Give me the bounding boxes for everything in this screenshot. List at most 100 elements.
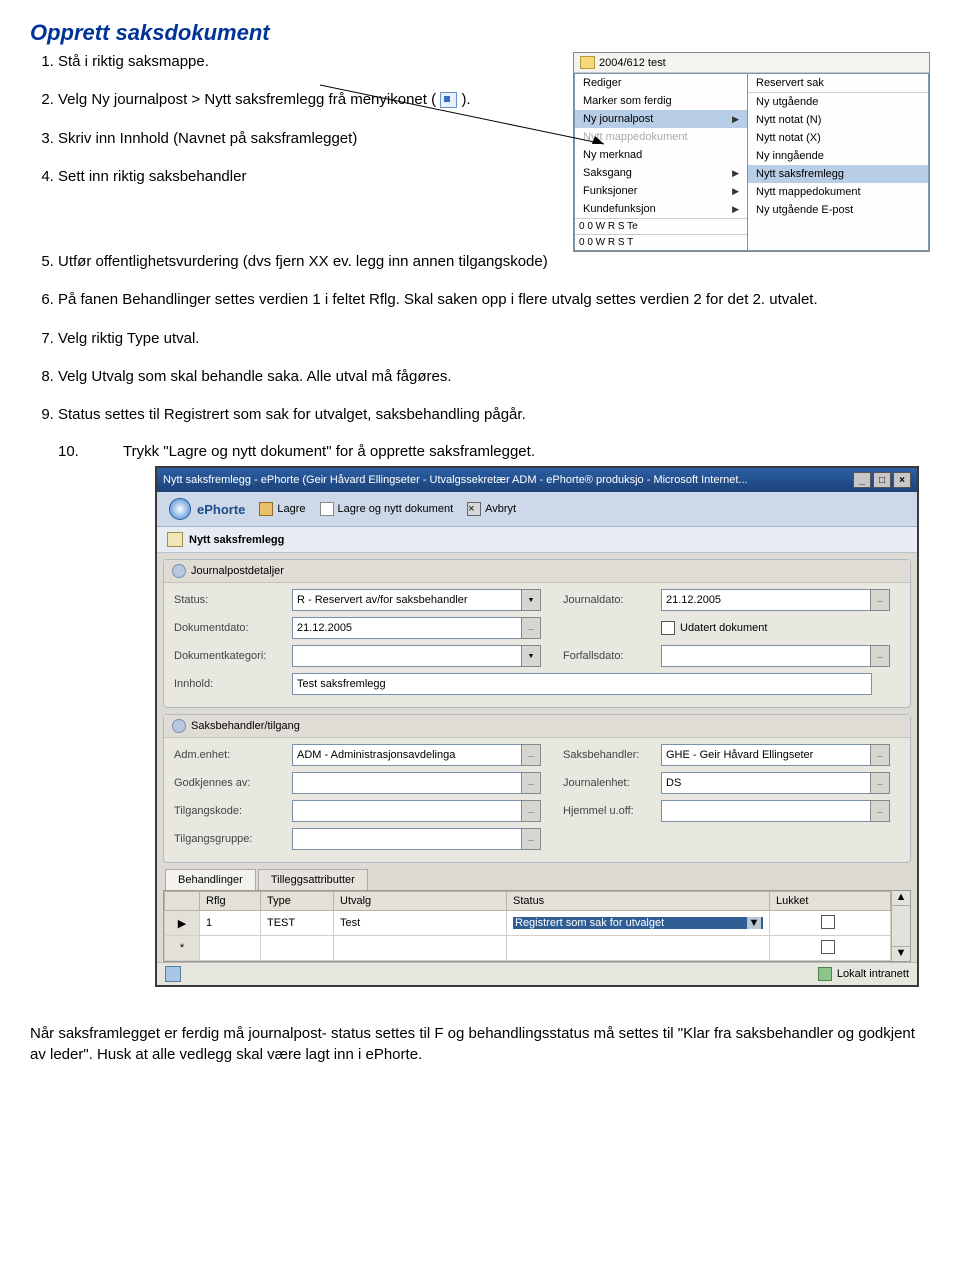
- godkjennes-field[interactable]: [292, 772, 522, 794]
- scrollbar[interactable]: ▲ ▼: [891, 891, 910, 961]
- behandlinger-grid: Rflg Type Utvalg Status Lukket ▶ 1 TEST …: [163, 890, 911, 962]
- pointer-arrow: [320, 80, 620, 160]
- tilgangsgruppe-field[interactable]: [292, 828, 522, 850]
- maximize-button[interactable]: □: [873, 472, 891, 488]
- dialog-subtitle: Nytt saksfremlegg: [157, 527, 917, 553]
- cancel-icon: ×: [467, 502, 481, 516]
- save-icon: [259, 502, 273, 516]
- lagre-nytt-dokument-button[interactable]: Lagre og nytt dokument: [320, 502, 454, 516]
- minimize-button[interactable]: _: [853, 472, 871, 488]
- lookup-button[interactable]: ...: [521, 800, 541, 822]
- context-submenu: Reservert sak Ny utgående Nytt notat (N)…: [747, 73, 929, 251]
- forfallsdato-label: Forfallsdato:: [563, 650, 661, 662]
- folder-label: 2004/612 test: [599, 57, 666, 69]
- lookup-button[interactable]: ...: [870, 645, 890, 667]
- journalenhet-label: Journalenhet:: [563, 777, 661, 789]
- folder-icon: [580, 56, 595, 69]
- lookup-button[interactable]: ...: [521, 828, 541, 850]
- tab-tilleggsattributter[interactable]: Tilleggsattributter: [258, 869, 368, 890]
- journaldato-field[interactable]: 21.12.2005: [661, 589, 871, 611]
- dokumentkategori-label: Dokumentkategori:: [174, 650, 292, 662]
- chevron-right-icon: ▶: [732, 168, 739, 179]
- tab-behandlinger[interactable]: Behandlinger: [165, 869, 256, 890]
- avbryt-button[interactable]: × Avbryt: [467, 502, 516, 516]
- section-journalpostdetaljer: Journalpostdetaljer Status: R - Reserver…: [163, 559, 911, 708]
- lookup-button[interactable]: ...: [870, 744, 890, 766]
- col-status: Status: [507, 892, 770, 911]
- dokumentkategori-field[interactable]: [292, 645, 522, 667]
- admenhet-label: Adm.enhet:: [174, 749, 292, 761]
- innhold-label: Innhold:: [174, 678, 292, 690]
- scroll-up-icon[interactable]: ▲: [892, 891, 910, 906]
- chevron-right-icon: ▶: [732, 186, 739, 197]
- tilgangskode-label: Tilgangskode:: [174, 805, 292, 817]
- lookup-button[interactable]: ...: [870, 589, 890, 611]
- udatert-label: Udatert dokument: [680, 622, 767, 634]
- footer-paragraph: Når saksframlegget er ferdig må journalp…: [30, 1023, 930, 1065]
- cell-rflg[interactable]: 1: [200, 911, 261, 936]
- ctx-kundefunksjon[interactable]: Kundefunksjon▶: [575, 200, 747, 218]
- journaldato-label: Journaldato:: [563, 594, 661, 606]
- ctx-funksjoner[interactable]: Funksjoner▶: [575, 182, 747, 200]
- window-titlebar: Nytt saksfremlegg - ePhorte (Geir Håvard…: [157, 468, 917, 492]
- hjemmel-field[interactable]: [661, 800, 871, 822]
- saksbehandler-label: Saksbehandler:: [563, 749, 661, 761]
- admenhet-field[interactable]: ADM - Administrasjonsavdelinga: [292, 744, 522, 766]
- cell-utvalg[interactable]: Test: [334, 911, 507, 936]
- ctx-nytt-saksfremlegg[interactable]: Nytt saksfremlegg: [748, 165, 928, 183]
- collapse-icon[interactable]: [172, 719, 186, 733]
- lookup-button[interactable]: ...: [870, 772, 890, 794]
- status-field[interactable]: R - Reservert av/for saksbehandler: [292, 589, 522, 611]
- udatert-checkbox[interactable]: [661, 621, 675, 635]
- window-title: Nytt saksfremlegg - ePhorte (Geir Håvard…: [163, 474, 748, 486]
- dropdown-button[interactable]: ▼: [521, 645, 541, 667]
- lukket-checkbox[interactable]: [821, 940, 835, 954]
- cell-type[interactable]: TEST: [261, 911, 334, 936]
- ctx-status-row: 0 0 W R S T: [575, 234, 747, 250]
- ctx-ny-utgaaende[interactable]: Ny utgående: [748, 92, 928, 111]
- chevron-right-icon: ▶: [732, 114, 739, 125]
- dropdown-button[interactable]: ▼: [521, 589, 541, 611]
- lagre-button[interactable]: Lagre: [259, 502, 305, 516]
- intranet-label: Lokalt intranett: [837, 968, 909, 980]
- section-saksbehandler-tilgang: Saksbehandler/tilgang Adm.enhet: ADM - A…: [163, 714, 911, 863]
- ctx-ny-utgaaende-epost[interactable]: Ny utgående E-post: [748, 201, 928, 219]
- col-lukket: Lukket: [770, 892, 891, 911]
- ctx-status-row: 0 0 W R S Te: [575, 218, 747, 234]
- lookup-button[interactable]: ...: [521, 744, 541, 766]
- saksbehandler-field[interactable]: GHE - Geir Håvard Ellingseter: [661, 744, 871, 766]
- cell-status-dropdown[interactable]: Registrert som sak for utvalget▼: [513, 917, 763, 929]
- step-6: På fanen Behandlinger settes verdien 1 i…: [58, 290, 930, 310]
- dokumentdato-label: Dokumentdato:: [174, 622, 292, 634]
- dialog-statusbar: Lokalt intranett: [157, 962, 917, 985]
- section-title: Saksbehandler/tilgang: [191, 720, 300, 732]
- document-icon: [167, 532, 183, 547]
- lukket-checkbox[interactable]: [821, 915, 835, 929]
- col-utvalg: Utvalg: [334, 892, 507, 911]
- close-button[interactable]: ×: [893, 472, 911, 488]
- ctx-saksgang[interactable]: Saksgang▶: [575, 164, 747, 182]
- ctx-nytt-notat-n[interactable]: Nytt notat (N): [748, 111, 928, 129]
- dokumentdato-field[interactable]: 21.12.2005: [292, 617, 522, 639]
- tilgangskode-field[interactable]: [292, 800, 522, 822]
- new-document-icon: [320, 502, 334, 516]
- lookup-button[interactable]: ...: [521, 617, 541, 639]
- innhold-field[interactable]: Test saksfremlegg: [292, 673, 872, 695]
- lookup-button[interactable]: ...: [521, 772, 541, 794]
- ctx-ny-inngaaende[interactable]: Ny inngående: [748, 147, 928, 165]
- lookup-button[interactable]: ...: [870, 800, 890, 822]
- ctx-reservert-sak[interactable]: Reservert sak: [748, 74, 928, 92]
- ctx-nytt-mappedokument-2[interactable]: Nytt mappedokument: [748, 183, 928, 201]
- forfallsdato-field[interactable]: [661, 645, 871, 667]
- intranet-icon: [818, 967, 832, 981]
- step-10-number: 10.: [58, 443, 79, 460]
- col-rflg: Rflg: [200, 892, 261, 911]
- journalenhet-field[interactable]: DS: [661, 772, 871, 794]
- table-row[interactable]: ▶ 1 TEST Test Registrert som sak for utv…: [165, 911, 891, 936]
- ctx-nytt-notat-x[interactable]: Nytt notat (X): [748, 129, 928, 147]
- table-row[interactable]: *: [165, 936, 891, 961]
- scroll-down-icon[interactable]: ▼: [892, 946, 910, 961]
- hjemmel-label: Hjemmel u.off:: [563, 805, 661, 817]
- collapse-icon[interactable]: [172, 564, 186, 578]
- brand-label: ePhorte: [197, 502, 245, 517]
